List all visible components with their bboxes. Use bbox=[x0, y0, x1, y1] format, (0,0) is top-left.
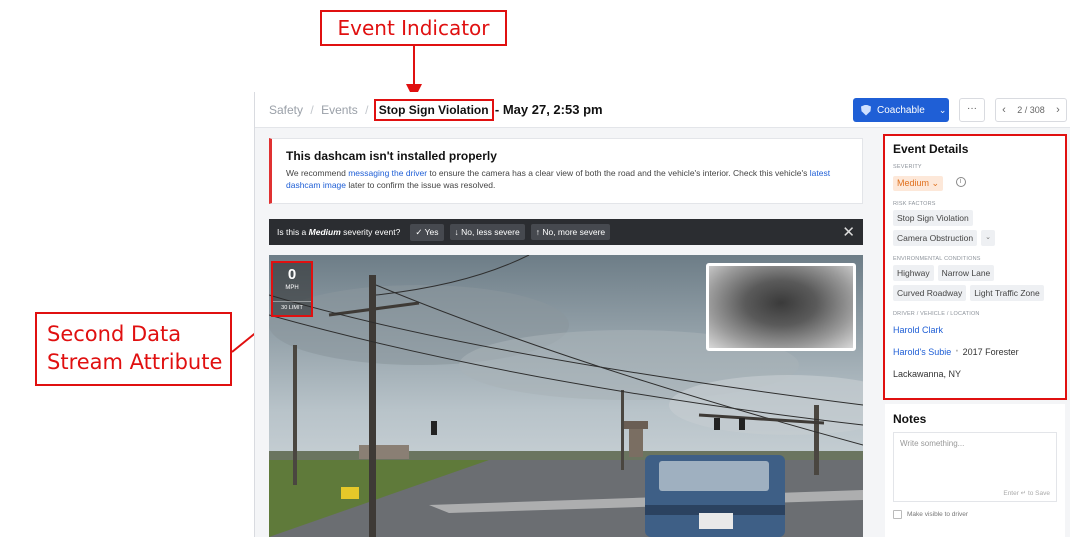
event-pager: ‹ 2 / 308 › bbox=[995, 98, 1067, 122]
severity-section: SEVERITY Medium ⌄ i bbox=[893, 164, 1057, 191]
severity-more-button[interactable]: ↑ No, more severe bbox=[530, 224, 611, 240]
breadcrumb-separator: / bbox=[310, 103, 314, 117]
env-chip[interactable]: Curved Roadway bbox=[893, 285, 967, 301]
vehicle-model: 2017 Forester bbox=[962, 347, 1019, 357]
callout-line-1: Second Data bbox=[47, 322, 182, 346]
env-chip-row: Curved Roadway Light Traffic Zone bbox=[893, 285, 1057, 301]
severity-question-level: Medium bbox=[308, 227, 341, 237]
severity-question-text: Is this a bbox=[277, 227, 309, 237]
next-event-button[interactable]: › bbox=[1050, 104, 1066, 116]
severity-label: SEVERITY bbox=[893, 164, 922, 170]
more-options-button[interactable]: ··· bbox=[959, 98, 985, 122]
alert-title: This dashcam isn't installed properly bbox=[286, 149, 497, 163]
location: Lackawanna, NY bbox=[893, 369, 962, 379]
alert-text: later to confirm the issue was resolved. bbox=[346, 180, 496, 190]
severity-question: Is this a Medium severity event? bbox=[277, 227, 400, 237]
environment-section: ENVIRONMENTAL CONDITIONS Highway Narrow … bbox=[893, 256, 1057, 301]
breadcrumb-events[interactable]: Events bbox=[321, 103, 358, 117]
visible-to-driver-row: Make visible to driver bbox=[893, 510, 1057, 519]
event-details-panel: Event Details SEVERITY Medium ⌄ i RISK F… bbox=[883, 134, 1067, 400]
speed-value: 0 bbox=[287, 266, 297, 283]
notes-title: Notes bbox=[893, 412, 927, 426]
notes-save-hint: Enter ↵ to Save bbox=[1003, 490, 1050, 497]
previous-event-button[interactable]: ‹ bbox=[996, 104, 1012, 116]
coachable-button[interactable]: Coachable ⌄ bbox=[853, 98, 949, 122]
side-panel: Event Details SEVERITY Medium ⌄ i RISK F… bbox=[877, 128, 1070, 537]
event-type-title: Stop Sign Violation bbox=[373, 99, 494, 121]
shield-icon bbox=[861, 104, 871, 116]
notes-placeholder: Write something... bbox=[900, 439, 965, 448]
breadcrumb-separator: / bbox=[365, 103, 369, 117]
vehicle-link[interactable]: Harold's Subie bbox=[893, 347, 951, 357]
visible-to-driver-label: Make visible to driver bbox=[907, 511, 969, 518]
chevron-down-icon: ⌄ bbox=[938, 104, 947, 115]
dashcam-video[interactable]: 0 MPH 30 LIMIT bbox=[269, 255, 863, 537]
chevron-down-icon[interactable]: ⌄ bbox=[981, 230, 995, 246]
alert-text: We recommend bbox=[286, 168, 349, 178]
risk-chip-row: Stop Sign Violation bbox=[893, 210, 1057, 226]
env-chip[interactable]: Light Traffic Zone bbox=[970, 285, 1044, 301]
event-date: - May 27, 2:53 pm bbox=[494, 102, 603, 117]
severity-dropdown[interactable]: Medium ⌄ bbox=[893, 176, 944, 191]
second-data-stream-callout: Second Data Stream Attribute bbox=[35, 312, 232, 386]
severity-yes-button[interactable]: ✓ Yes bbox=[410, 223, 444, 241]
event-indicator-callout: Event Indicator bbox=[320, 10, 507, 46]
risk-factors-label: RISK FACTORS bbox=[893, 201, 936, 207]
interior-camera-inset[interactable] bbox=[706, 263, 856, 351]
risk-chip[interactable]: Stop Sign Violation bbox=[893, 210, 973, 226]
driver-vehicle-label: DRIVER / VEHICLE / LOCATION bbox=[893, 311, 980, 317]
breadcrumb-safety[interactable]: Safety bbox=[269, 103, 303, 117]
message-driver-link[interactable]: messaging the driver bbox=[348, 168, 427, 178]
event-details-title: Event Details bbox=[893, 142, 969, 156]
top-bar: Safety / Events / Stop Sign Violation - … bbox=[255, 92, 1070, 128]
risk-chip-row: Camera Obstruction ⌄ bbox=[893, 230, 1057, 246]
coachable-label: Coachable bbox=[877, 104, 925, 116]
alert-text: to ensure the camera has a clear view of… bbox=[427, 168, 810, 178]
risk-chip[interactable]: Camera Obstruction bbox=[893, 230, 978, 246]
severity-prompt-bar: Is this a Medium severity event? ✓ Yes ↓… bbox=[269, 219, 863, 245]
speed-overlay: 0 MPH 30 LIMIT bbox=[271, 261, 313, 317]
pager-count: 2 / 308 bbox=[1017, 105, 1045, 115]
alert-body: We recommend messaging the driver to ens… bbox=[286, 167, 848, 191]
close-icon[interactable]: ✕ bbox=[842, 223, 855, 241]
app-window: Safety / Events / Stop Sign Violation - … bbox=[254, 92, 1070, 537]
driver-link[interactable]: Harold Clark bbox=[893, 325, 943, 335]
separator-dot: · bbox=[954, 342, 960, 359]
severity-less-button[interactable]: ↓ No, less severe bbox=[449, 224, 525, 240]
driver-vehicle-section: DRIVER / VEHICLE / LOCATION Harold Clark… bbox=[893, 311, 1057, 382]
env-chip[interactable]: Highway bbox=[893, 265, 934, 281]
callout-line-2: Stream Attribute bbox=[47, 350, 223, 374]
severity-question-text: severity event? bbox=[340, 227, 401, 237]
notes-input[interactable]: Write something... Enter ↵ to Save bbox=[893, 432, 1057, 502]
info-icon[interactable]: i bbox=[955, 176, 966, 187]
speed-limit: 30 LIMIT bbox=[273, 301, 311, 312]
environment-label: ENVIRONMENTAL CONDITIONS bbox=[893, 256, 981, 262]
notes-panel: Notes Write something... Enter ↵ to Save… bbox=[885, 404, 1065, 537]
dashcam-alert: This dashcam isn't installed properly We… bbox=[269, 138, 863, 204]
env-chip[interactable]: Narrow Lane bbox=[937, 265, 995, 281]
main-column: This dashcam isn't installed properly We… bbox=[255, 128, 877, 537]
visible-to-driver-checkbox[interactable] bbox=[893, 510, 902, 519]
env-chip-row: Highway Narrow Lane bbox=[893, 265, 1057, 281]
breadcrumb: Safety / Events / Stop Sign Violation - … bbox=[269, 99, 603, 121]
speed-unit: MPH bbox=[285, 285, 299, 291]
risk-factors-section: RISK FACTORS Stop Sign Violation Camera … bbox=[893, 201, 1057, 246]
